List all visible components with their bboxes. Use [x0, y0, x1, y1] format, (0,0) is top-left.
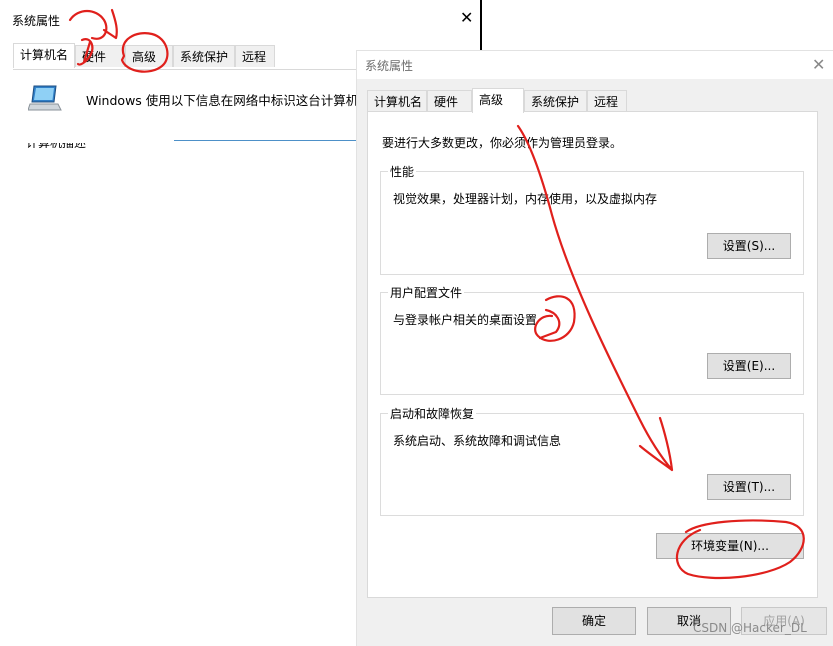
back-tab-computer-name[interactable]: 计算机名 [13, 43, 75, 68]
startup-recovery-settings-button[interactable]: 设置(T)... [707, 474, 791, 500]
ok-button[interactable]: 确定 [552, 607, 636, 635]
back-tab-advanced[interactable]: 高级 [125, 45, 173, 67]
user-profiles-group-title: 用户配置文件 [388, 284, 465, 301]
back-dialog-description: Windows 使用以下信息在网络中标识这台计算机。 [86, 93, 371, 108]
startup-recovery-group: 启动和故障恢复 系统启动、系统故障和调试信息 设置(T)... [380, 405, 804, 516]
tab-hardware[interactable]: 硬件 [427, 90, 472, 112]
front-system-properties-dialog: 系统属性 ✕ 计算机名 硬件 高级 系统保护 远程 要进行大多数更改，你必须作为… [356, 50, 833, 646]
back-dialog-title: 系统属性 [12, 14, 61, 28]
user-profiles-settings-button[interactable]: 设置(E)... [707, 353, 791, 379]
startup-recovery-description: 系统启动、系统故障和调试信息 [393, 434, 562, 448]
back-partial-label: 计算机描述 [26, 143, 96, 148]
front-close-icon[interactable]: ✕ [812, 55, 825, 74]
user-profiles-group: 用户配置文件 与登录帐户相关的桌面设置 设置(E)... [380, 284, 804, 395]
tab-remote[interactable]: 远程 [587, 90, 627, 112]
startup-recovery-group-title: 启动和故障恢复 [388, 405, 477, 422]
tab-system-protection[interactable]: 系统保护 [524, 90, 587, 112]
back-tab-system-protection[interactable]: 系统保护 [173, 45, 235, 67]
back-close-icon[interactable]: ✕ [460, 10, 473, 26]
admin-note: 要进行大多数更改，你必须作为管理员登录。 [382, 136, 623, 150]
back-tab-hardware[interactable]: 硬件 [75, 45, 125, 67]
advanced-tab-panel: 要进行大多数更改，你必须作为管理员登录。 性能 视觉效果，处理器计划，内存使用，… [367, 111, 818, 598]
front-title-bar: 系统属性 ✕ [357, 51, 833, 79]
environment-variables-button[interactable]: 环境变量(N)... [656, 533, 804, 559]
performance-group: 性能 视觉效果，处理器计划，内存使用，以及虚拟内存 设置(S)... [380, 163, 804, 275]
performance-settings-button[interactable]: 设置(S)... [707, 233, 791, 259]
performance-description: 视觉效果，处理器计划，内存使用，以及虚拟内存 [393, 192, 658, 206]
csdn-watermark: CSDN @Hacker_DL [693, 621, 807, 635]
tab-computer-name[interactable]: 计算机名 [367, 90, 427, 112]
front-tab-strip: 计算机名 硬件 高级 系统保护 远程 [367, 88, 829, 113]
user-profiles-description: 与登录帐户相关的桌面设置 [393, 313, 538, 327]
tab-advanced[interactable]: 高级 [472, 88, 524, 113]
front-dialog-title: 系统属性 [365, 59, 414, 73]
computer-icon [28, 85, 62, 111]
performance-group-title: 性能 [388, 163, 417, 180]
back-tab-remote[interactable]: 远程 [235, 45, 275, 67]
